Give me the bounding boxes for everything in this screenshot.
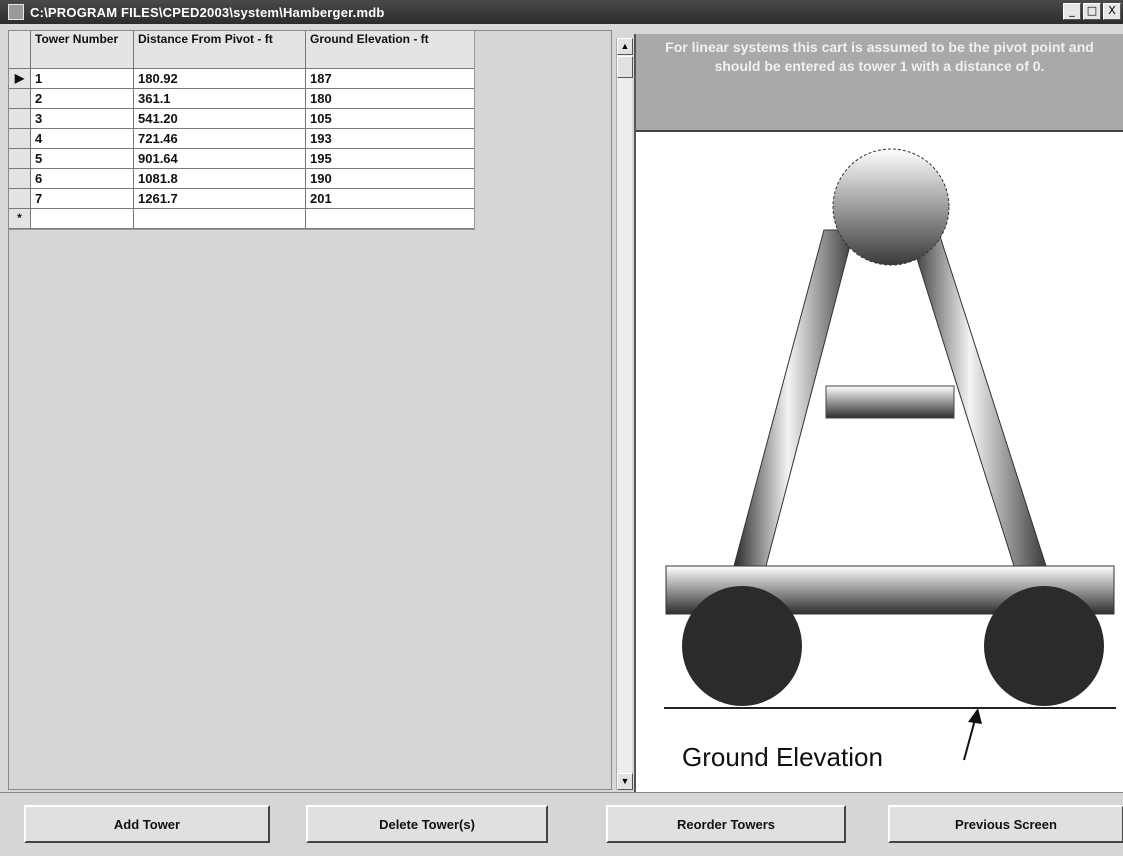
distance-cell[interactable]: 1261.7 — [134, 189, 306, 208]
new-record-row[interactable]: * — [9, 209, 474, 229]
tower-data-grid: Tower Number Distance From Pivot - ft Gr… — [9, 31, 475, 230]
close-button[interactable]: X — [1103, 3, 1121, 20]
distance-cell[interactable]: 361.1 — [134, 89, 306, 108]
row-selector[interactable] — [9, 189, 31, 208]
delete-towers-button[interactable]: Delete Tower(s) — [306, 805, 548, 843]
scroll-down-icon[interactable]: ▼ — [617, 773, 633, 790]
row-selector[interactable] — [9, 109, 31, 128]
reorder-towers-button[interactable]: Reorder Towers — [606, 805, 846, 843]
distance-cell[interactable]: 721.46 — [134, 129, 306, 148]
title-bar: C:\PROGRAM FILES\CPED2003\system\Hamberg… — [0, 0, 1123, 24]
row-selector[interactable] — [9, 169, 31, 188]
distance-cell[interactable]: 1081.8 — [134, 169, 306, 188]
ground-elevation-label: Ground Elevation — [682, 742, 883, 772]
column-header-distance[interactable]: Distance From Pivot - ft — [134, 31, 306, 68]
tower-number-cell[interactable]: 3 — [31, 109, 134, 128]
grid-header-row: Tower Number Distance From Pivot - ft Gr… — [9, 31, 474, 69]
table-row[interactable]: 7 1261.7 201 — [9, 189, 474, 209]
elevation-cell[interactable]: 190 — [306, 169, 473, 188]
cart-crossbar — [825, 385, 955, 419]
table-row[interactable]: 3 541.20 105 — [9, 109, 474, 129]
window-title: C:\PROGRAM FILES\CPED2003\system\Hamberg… — [30, 4, 385, 20]
distance-cell[interactable]: 541.20 — [134, 109, 306, 128]
ground-arrowhead-icon — [968, 708, 982, 724]
left-wheel — [682, 586, 802, 706]
row-selector-icon[interactable]: ▶ — [9, 69, 31, 88]
tower-cart-diagram — [664, 148, 1116, 761]
elevation-cell[interactable]: 187 — [306, 69, 473, 88]
previous-screen-button[interactable]: Previous Screen — [888, 805, 1123, 843]
maximize-button[interactable]: □ — [1083, 3, 1101, 20]
row-selector[interactable] — [9, 89, 31, 108]
new-tower-number-cell[interactable] — [31, 209, 134, 228]
tower-number-cell[interactable]: 1 — [31, 69, 134, 88]
right-wheel — [984, 586, 1104, 706]
button-bar: Add Tower Delete Tower(s) Reorder Towers… — [0, 792, 1123, 856]
app-icon — [8, 4, 24, 20]
pivot-ball — [832, 148, 950, 266]
scroll-thumb[interactable] — [617, 56, 633, 78]
tower-number-cell[interactable]: 2 — [31, 89, 134, 108]
table-row[interactable]: 6 1081.8 190 — [9, 169, 474, 189]
add-tower-button[interactable]: Add Tower — [24, 805, 270, 843]
table-row[interactable]: 5 901.64 195 — [9, 149, 474, 169]
table-row[interactable]: 2 361.1 180 — [9, 89, 474, 109]
diagram-pane: For linear systems this cart is assumed … — [634, 34, 1123, 792]
elevation-cell[interactable]: 193 — [306, 129, 473, 148]
tower-number-cell[interactable]: 7 — [31, 189, 134, 208]
new-distance-cell[interactable] — [134, 209, 306, 228]
row-selector[interactable] — [9, 129, 31, 148]
row-selector-header — [9, 31, 31, 68]
distance-cell[interactable]: 180.92 — [134, 69, 306, 88]
table-row[interactable]: ▶ 1 180.92 187 — [9, 69, 474, 89]
vertical-scrollbar[interactable]: ▲ ▼ — [616, 38, 633, 790]
tower-number-cell[interactable]: 4 — [31, 129, 134, 148]
elevation-cell[interactable]: 180 — [306, 89, 473, 108]
distance-cell[interactable]: 901.64 — [134, 149, 306, 168]
elevation-cell[interactable]: 195 — [306, 149, 473, 168]
new-row-icon[interactable]: * — [9, 209, 31, 228]
tower-number-cell[interactable]: 5 — [31, 149, 134, 168]
elevation-cell[interactable]: 105 — [306, 109, 473, 128]
window-controls: _ □ X — [1063, 3, 1121, 20]
column-header-elevation[interactable]: Ground Elevation - ft — [306, 31, 473, 68]
row-selector[interactable] — [9, 149, 31, 168]
elevation-cell[interactable]: 201 — [306, 189, 473, 208]
new-elevation-cell[interactable] — [306, 209, 473, 228]
minimize-button[interactable]: _ — [1063, 3, 1081, 20]
table-row[interactable]: 4 721.46 193 — [9, 129, 474, 149]
tower-number-cell[interactable]: 6 — [31, 169, 134, 188]
scroll-up-icon[interactable]: ▲ — [617, 38, 633, 55]
pivot-note: For linear systems this cart is assumed … — [636, 34, 1123, 132]
tower-grid-pane: Tower Number Distance From Pivot - ft Gr… — [8, 30, 612, 790]
column-header-tower-number[interactable]: Tower Number — [31, 31, 134, 68]
